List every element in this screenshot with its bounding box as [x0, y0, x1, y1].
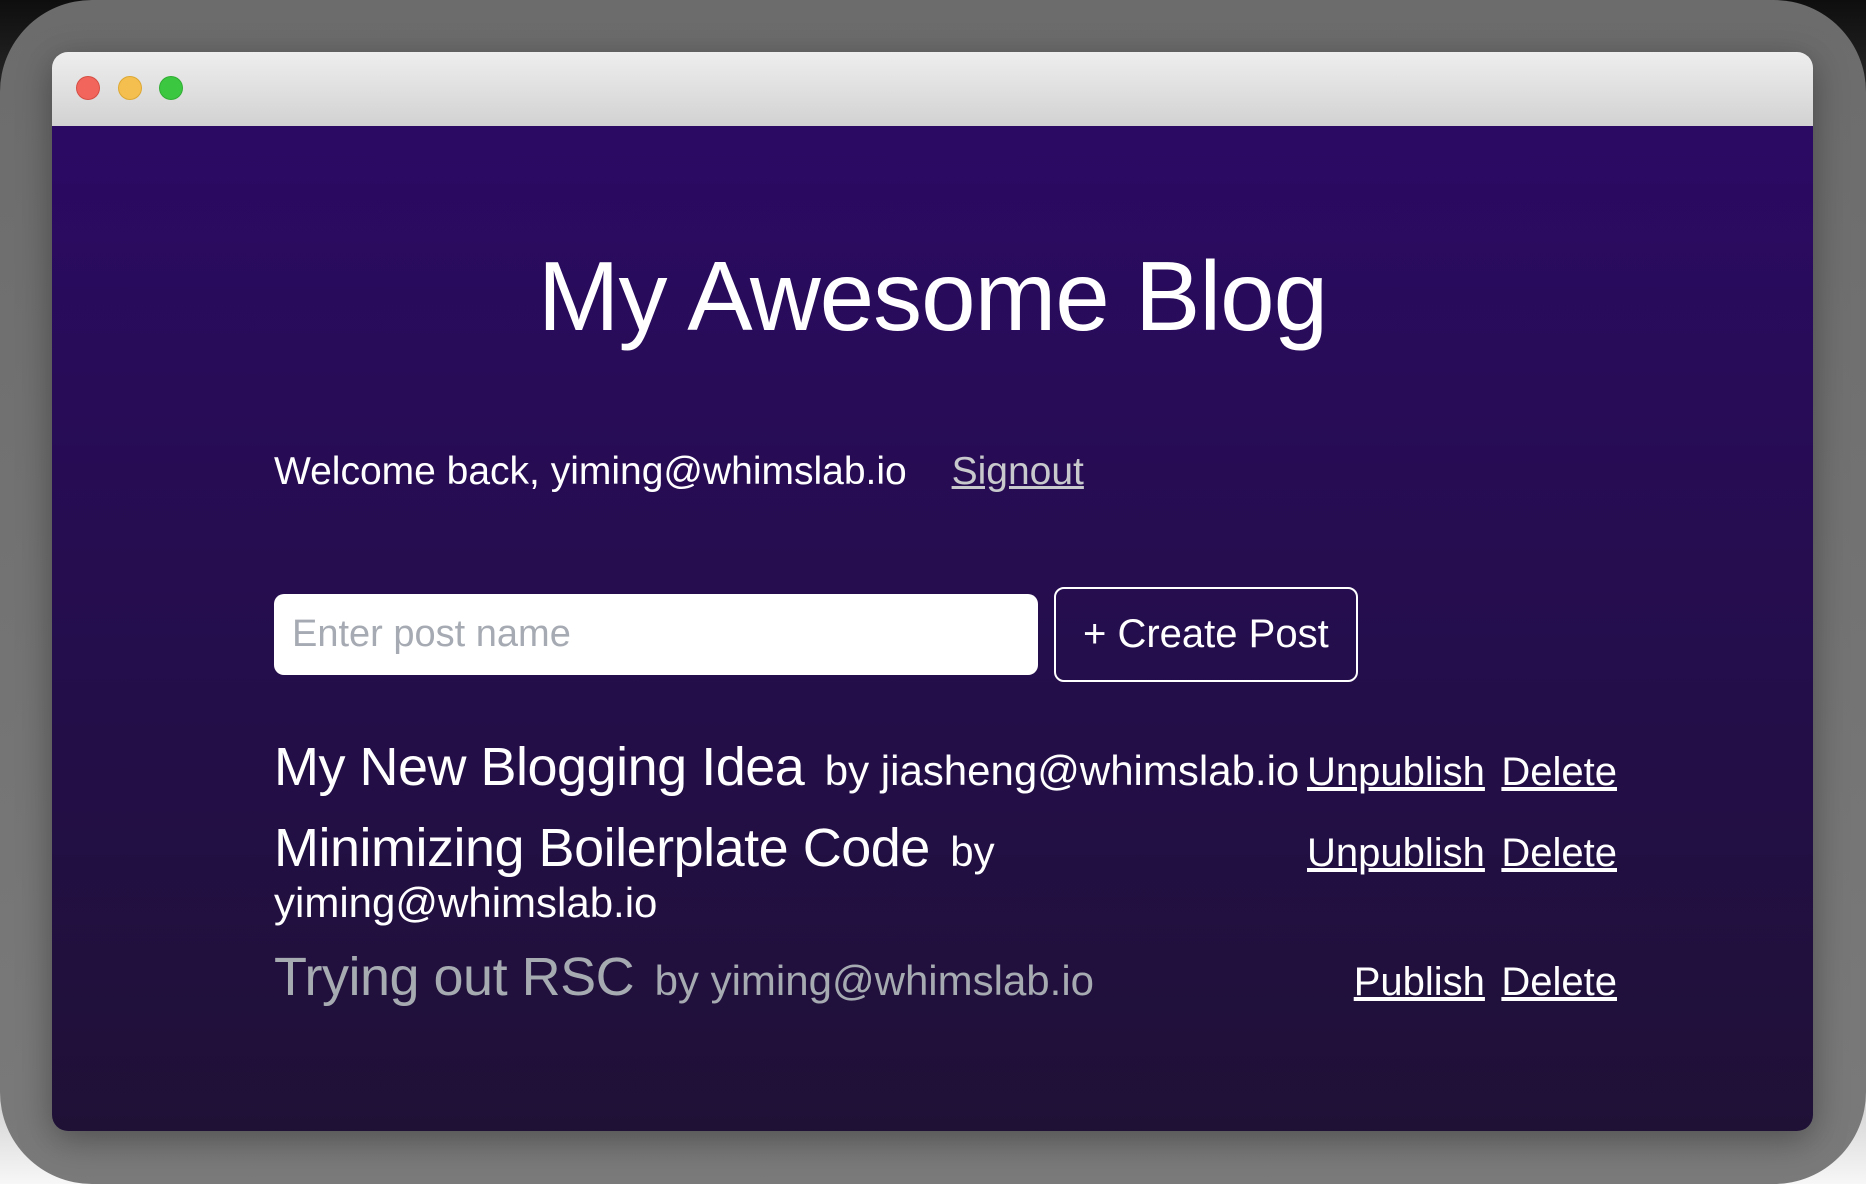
post-title: My New Blogging Idea — [274, 737, 804, 797]
publish-link[interactable]: Publish — [1354, 960, 1485, 1004]
post-name-input[interactable] — [274, 594, 1038, 675]
browser-window: My Awesome Blog Welcome back, yiming@whi… — [52, 52, 1813, 1131]
delete-link[interactable]: Delete — [1501, 831, 1617, 875]
create-post-button[interactable]: + Create Post — [1054, 587, 1358, 682]
close-window-button[interactable] — [76, 76, 100, 100]
unpublish-link[interactable]: Unpublish — [1307, 831, 1485, 875]
post-info: Minimizing Boilerplate Code by yiming@wh… — [274, 817, 1307, 927]
page-title: My Awesome Blog — [52, 240, 1813, 353]
post-actions: Publish Delete — [1354, 959, 1617, 1005]
post-info: Trying out RSC by yiming@whimslab.io — [274, 946, 1094, 1008]
blog-page: My Awesome Blog Welcome back, yiming@whi… — [52, 126, 1813, 1131]
post-actions: Unpublish Delete — [1307, 749, 1617, 795]
post-actions: Unpublish Delete — [1307, 830, 1617, 876]
post-row: Minimizing Boilerplate Code by yiming@wh… — [274, 817, 1617, 927]
post-title: Trying out RSC — [274, 947, 634, 1007]
post-byline: by yiming@whimslab.io — [655, 957, 1094, 1004]
post-row: My New Blogging Idea by jiasheng@whimsla… — [274, 736, 1617, 798]
delete-link[interactable]: Delete — [1501, 750, 1617, 794]
post-list: My New Blogging Idea by jiasheng@whimsla… — [274, 736, 1617, 1009]
unpublish-link[interactable]: Unpublish — [1307, 750, 1485, 794]
post-byline: by jiasheng@whimslab.io — [825, 747, 1300, 794]
welcome-text: Welcome back, yiming@whimslab.io — [274, 450, 907, 493]
post-title: Minimizing Boilerplate Code — [274, 818, 930, 878]
window-shadow-surround: My Awesome Blog Welcome back, yiming@whi… — [0, 0, 1866, 1184]
window-titlebar[interactable] — [52, 52, 1813, 126]
zoom-window-button[interactable] — [159, 76, 183, 100]
welcome-row: Welcome back, yiming@whimslab.io Signout — [274, 450, 1617, 495]
minimize-window-button[interactable] — [118, 76, 142, 100]
page-container: Welcome back, yiming@whimslab.io Signout… — [274, 450, 1617, 1008]
post-row: Trying out RSC by yiming@whimslab.io Pub… — [274, 946, 1617, 1008]
create-post-row: + Create Post — [274, 587, 1617, 682]
signout-link[interactable]: Signout — [952, 450, 1084, 493]
delete-link[interactable]: Delete — [1501, 960, 1617, 1004]
post-info: My New Blogging Idea by jiasheng@whimsla… — [274, 736, 1299, 798]
